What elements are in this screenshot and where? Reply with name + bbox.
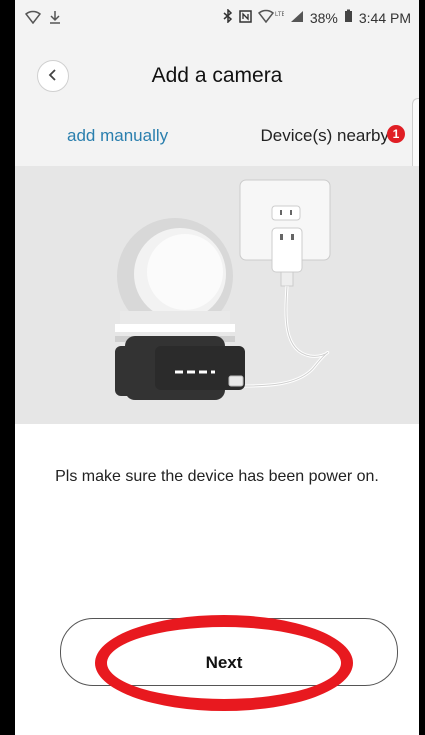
app-screen: LTE 38% 3:44 PM Add a camera add manuall… <box>15 0 419 735</box>
status-time: 3:44 PM <box>358 9 411 26</box>
wifi-lte-icon: LTE <box>257 9 285 26</box>
nfc-icon <box>239 9 252 26</box>
status-bar: LTE 38% 3:44 PM <box>15 0 419 36</box>
tab-devices-nearby[interactable]: Device(s) nearby <box>261 126 390 146</box>
next-button[interactable]: Next <box>115 630 333 696</box>
wifi-icon <box>24 10 42 27</box>
bluetooth-icon <box>223 8 233 26</box>
notification-badge: 1 <box>387 125 405 143</box>
header: Add a camera <box>15 36 419 116</box>
page-title: Add a camera <box>151 64 283 87</box>
svg-text:LTE: LTE <box>275 12 284 18</box>
battery-percent: 38% <box>309 9 338 26</box>
camera-power-illustration <box>15 166 419 424</box>
download-icon <box>49 10 61 27</box>
battery-icon <box>344 9 353 26</box>
tab-bar: add manually Device(s) nearby 1 <box>15 116 419 166</box>
instruction-text: Pls make sure the device has been power … <box>55 468 379 485</box>
power-outlet-illustration <box>239 179 331 388</box>
signal-icon <box>290 10 304 26</box>
camera-illustration <box>115 218 245 400</box>
tab-add-manually[interactable]: add manually <box>67 126 168 146</box>
